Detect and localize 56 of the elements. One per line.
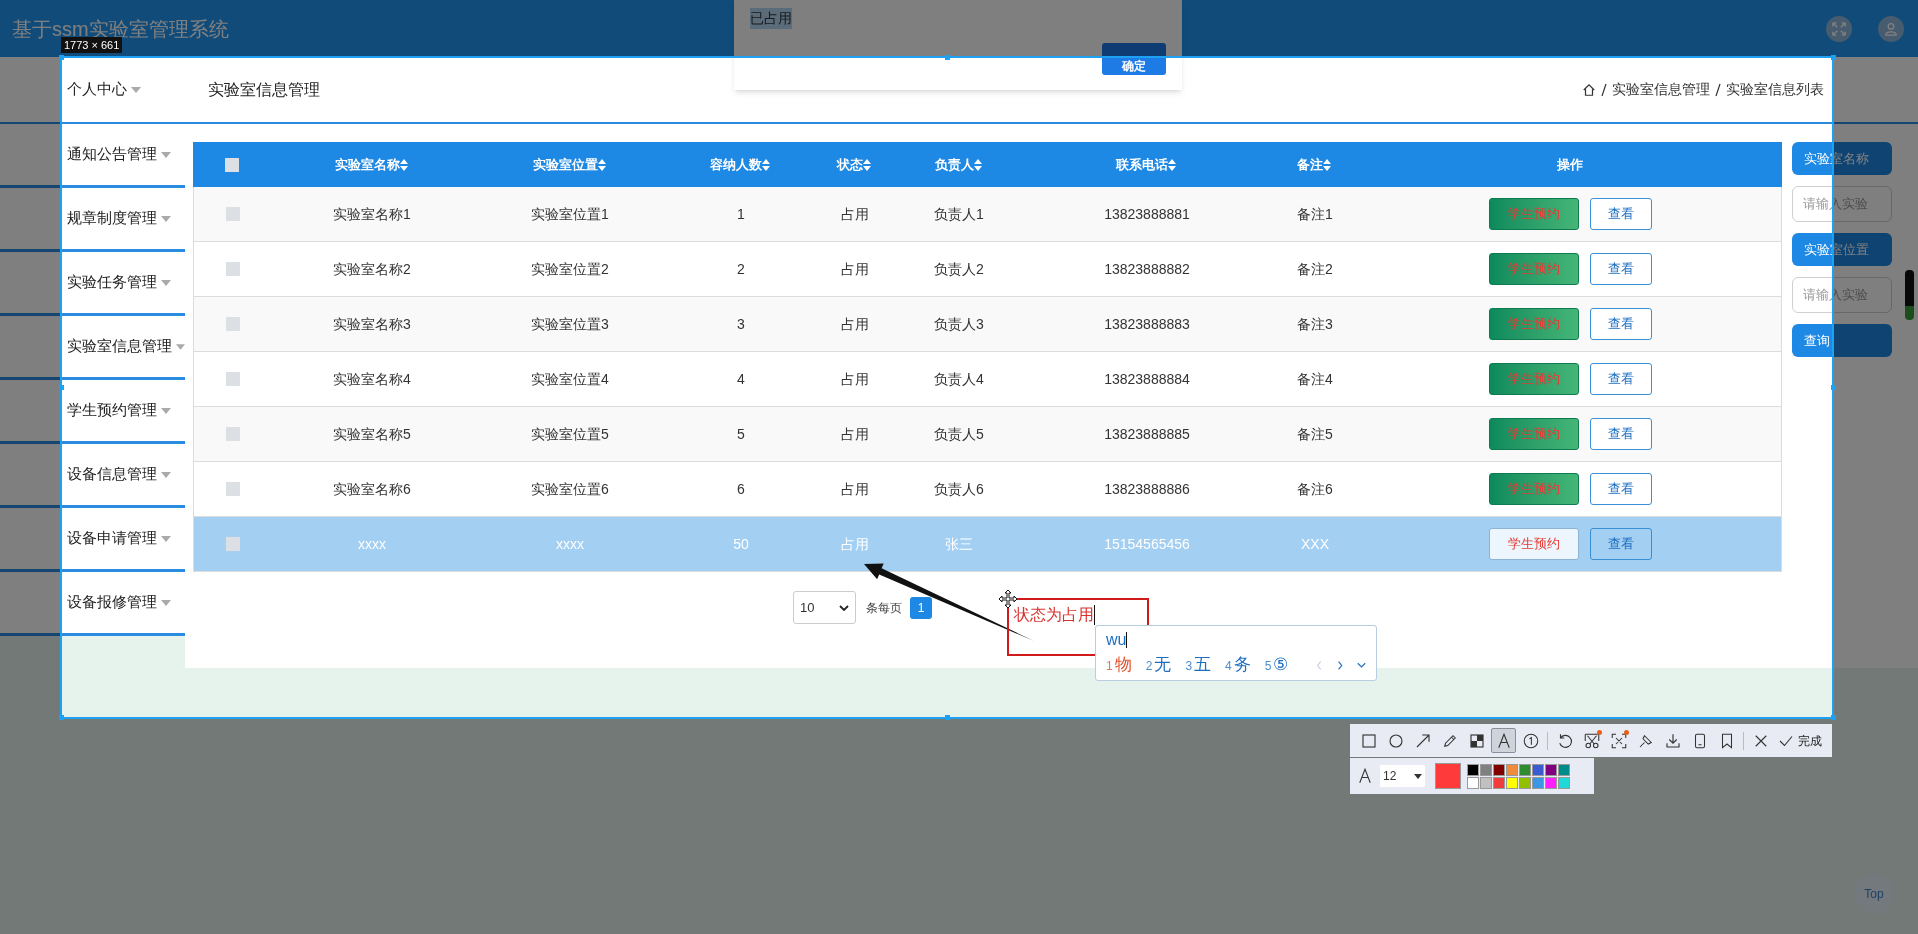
table-cell-text: 实验室名称5 — [333, 424, 411, 444]
table-cell-text: 负责人6 — [934, 479, 984, 499]
table-cell-text: 实验室位置4 — [531, 369, 609, 389]
table-cell-text: 实验室位置6 — [531, 479, 609, 499]
table-cell-text: 实验室名称6 — [333, 479, 411, 499]
table-cell-text: 占用 — [841, 424, 869, 444]
table-cell-text: 13823888883 — [1104, 314, 1190, 334]
table-cell-text: xxxx — [556, 534, 584, 554]
table-cell-text: 负责人4 — [934, 369, 984, 389]
table-cell-text: 13823888882 — [1104, 259, 1190, 279]
table-cell-text: 占用 — [841, 314, 869, 334]
table-cell-text: 1 — [737, 204, 745, 224]
table-cell-text: 占用 — [841, 369, 869, 389]
dialog-message: 已占用 — [750, 8, 792, 29]
table-cell-text: 负责人2 — [934, 259, 984, 279]
table-cell-text: 13823888881 — [1104, 204, 1190, 224]
table-cell-text: 5 — [737, 424, 745, 444]
table-cell-text: 备注3 — [1297, 314, 1333, 334]
column-header: 操作 — [1556, 155, 1583, 174]
size-label: 1773 × 661 — [61, 37, 123, 53]
table-cell-text: 负责人3 — [934, 314, 984, 334]
table-cell-text: 占用 — [841, 259, 869, 279]
table-cell-text: 备注6 — [1297, 479, 1333, 499]
table-cell-text: 备注5 — [1297, 424, 1333, 444]
annotation-text: 状态为占用 — [1014, 605, 1094, 625]
table-cell-text: 4 — [737, 369, 745, 389]
table-cell-text: 占用 — [841, 204, 869, 224]
table-cell-text: 50 — [733, 534, 749, 554]
table-cell-text: 13823888884 — [1104, 369, 1190, 389]
table-cell-text: 张三 — [945, 534, 973, 554]
ime-composition-text: wu — [1106, 630, 1127, 650]
table-cell-text: 实验室名称1 — [333, 204, 411, 224]
table-cell-text: 备注4 — [1297, 369, 1333, 389]
table-cell-text: 15154565456 — [1104, 534, 1190, 554]
table-cell-text: 实验室位置3 — [531, 314, 609, 334]
table-cell-text: 实验室名称2 — [333, 259, 411, 279]
table-cell-text: 备注1 — [1297, 204, 1333, 224]
table-cell-text: 2 — [737, 259, 745, 279]
table-cell-text: 13823888886 — [1104, 479, 1190, 499]
table-cell-text: 实验室位置1 — [531, 204, 609, 224]
table-cell-text: XXX — [1301, 534, 1329, 554]
table-cell-text: 实验室名称4 — [333, 369, 411, 389]
per-page-label: 条每页 — [866, 599, 902, 617]
table-cell-text: 占用 — [841, 479, 869, 499]
table-cell-text: 占用 — [841, 534, 869, 554]
table-cell-text: 负责人5 — [934, 424, 984, 444]
table-cell-text: 实验室位置5 — [531, 424, 609, 444]
table-cell-text: 实验室位置2 — [531, 259, 609, 279]
table-cell-text: xxxx — [358, 534, 386, 554]
table-cell-text: 负责人1 — [934, 204, 984, 224]
table-cell-text: 13823888885 — [1104, 424, 1190, 444]
table-cell-text: 3 — [737, 314, 745, 334]
table-cell-text: 备注2 — [1297, 259, 1333, 279]
page-title: 实验室信息管理 — [208, 79, 320, 100]
table-cell-text: 6 — [737, 479, 745, 499]
table-cell-text: 实验室名称3 — [333, 314, 411, 334]
